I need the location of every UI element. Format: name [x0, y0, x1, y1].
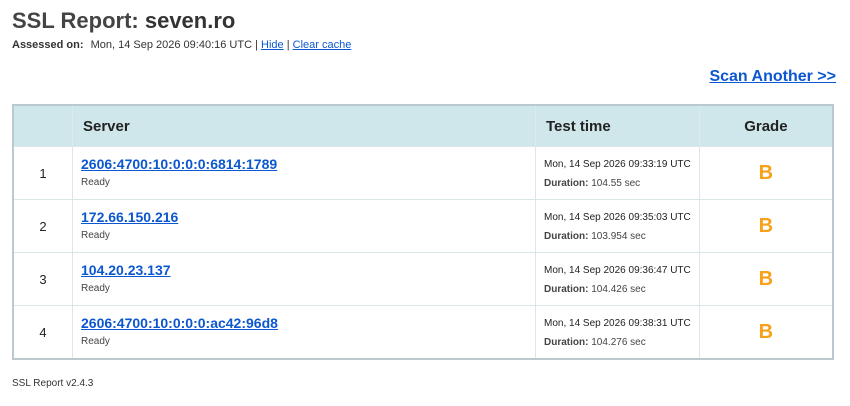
server-link[interactable]: 172.66.150.216 [81, 209, 178, 225]
scan-another-link[interactable]: Scan Another >> [709, 68, 836, 86]
separator: | [286, 39, 290, 51]
duration: Duration: 103.954 sec [544, 231, 691, 242]
duration-value: 103.954 sec [591, 231, 646, 242]
server-cell: 172.66.150.216 Ready [72, 199, 536, 253]
grade-cell: B [698, 305, 833, 359]
duration: Duration: 104.55 sec [544, 178, 691, 189]
duration-value: 104.55 sec [591, 178, 641, 189]
column-header-grade: Grade [698, 105, 833, 147]
test-time-value: Mon, 14 Sep 2026 09:36:47 UTC [544, 265, 691, 276]
test-time-cell: Mon, 14 Sep 2026 09:38:31 UTC Duration: … [535, 305, 700, 359]
test-time-cell: Mon, 14 Sep 2026 09:33:19 UTC Duration: … [535, 146, 700, 200]
table-row: 4 2606:4700:10:0:0:0:ac42:96d8 Ready Mon… [12, 305, 833, 359]
duration-label: Duration: [544, 178, 589, 189]
server-status: Ready [81, 336, 110, 347]
test-time-value: Mon, 14 Sep 2026 09:33:19 UTC [544, 159, 691, 170]
grade-cell: B [698, 252, 833, 306]
test-time-value: Mon, 14 Sep 2026 09:35:03 UTC [544, 212, 691, 223]
server-link[interactable]: 104.20.23.137 [81, 262, 171, 278]
duration: Duration: 104.276 sec [544, 337, 691, 348]
server-link[interactable]: 2606:4700:10:0:0:0:6814:1789 [81, 156, 277, 172]
page-title-host: seven.ro [144, 8, 236, 33]
server-status: Ready [81, 230, 110, 241]
column-header-server: Server [72, 105, 536, 147]
grade-badge: B [758, 161, 774, 184]
grade-badge: B [758, 214, 774, 237]
row-number: 3 [12, 252, 73, 306]
table-row: 1 2606:4700:10:0:0:0:6814:1789 Ready Mon… [12, 146, 833, 200]
row-number: 1 [12, 146, 73, 200]
server-cell: 2606:4700:10:0:0:0:6814:1789 Ready [72, 146, 536, 200]
server-cell: 104.20.23.137 Ready [72, 252, 536, 306]
server-status: Ready [81, 177, 110, 188]
duration-label: Duration: [544, 231, 589, 242]
assessed-label: Assessed on: [12, 39, 84, 51]
footer-version: SSL Report v2.4.3 [12, 378, 94, 389]
server-cell: 2606:4700:10:0:0:0:ac42:96d8 Ready [72, 305, 536, 359]
duration-value: 104.276 sec [591, 337, 646, 348]
row-number: 2 [12, 199, 73, 253]
table-row: 2 172.66.150.216 Ready Mon, 14 Sep 2026 … [12, 199, 833, 253]
row-number: 4 [12, 305, 73, 359]
page-title-prefix: SSL Report: [12, 8, 139, 33]
server-link[interactable]: 2606:4700:10:0:0:0:ac42:96d8 [81, 315, 278, 331]
grade-cell: B [698, 199, 833, 253]
duration-label: Duration: [544, 337, 589, 348]
page-title: SSL Report: seven.ro [12, 8, 235, 34]
table-header-row: Server Test time Grade [12, 105, 833, 147]
grade-cell: B [698, 146, 833, 200]
column-header-number [12, 105, 73, 147]
hide-link[interactable]: Hide [261, 39, 284, 51]
test-time-cell: Mon, 14 Sep 2026 09:36:47 UTC Duration: … [535, 252, 700, 306]
duration: Duration: 104.426 sec [544, 284, 691, 295]
grade-badge: B [758, 320, 774, 343]
duration-label: Duration: [544, 284, 589, 295]
grade-badge: B [758, 267, 774, 290]
test-time-value: Mon, 14 Sep 2026 09:38:31 UTC [544, 318, 691, 329]
results-table: Server Test time Grade 1 2606:4700:10:0:… [12, 104, 834, 360]
column-header-test-time: Test time [535, 105, 700, 147]
separator: | [255, 39, 258, 51]
clear-cache-link[interactable]: Clear cache [293, 39, 352, 51]
test-time-cell: Mon, 14 Sep 2026 09:35:03 UTC Duration: … [535, 199, 700, 253]
server-status: Ready [81, 283, 110, 294]
assessed-value: Mon, 14 Sep 2026 09:40:16 UTC [90, 39, 253, 51]
assessed-line: Assessed on: Mon, 14 Sep 2026 09:40:16 U… [12, 39, 351, 51]
duration-value: 104.426 sec [591, 284, 646, 295]
table-row: 3 104.20.23.137 Ready Mon, 14 Sep 2026 0… [12, 252, 833, 306]
